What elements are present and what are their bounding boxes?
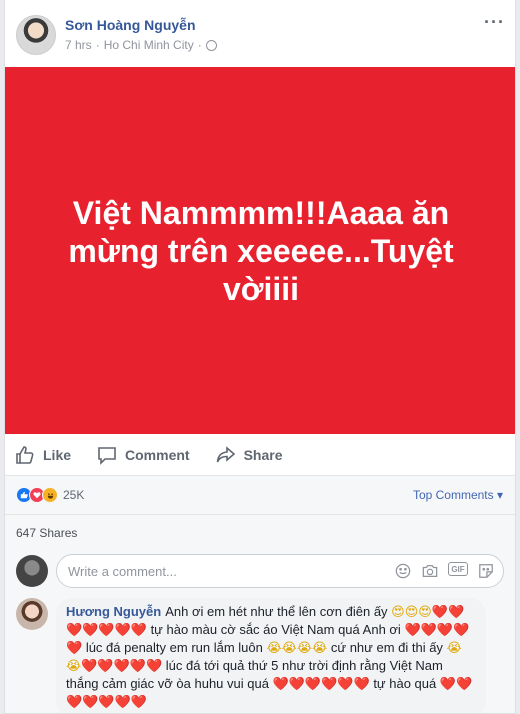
emoji-icon[interactable] [394, 562, 412, 580]
post-meta: 7 hrs · Ho Chi Minh City · [65, 38, 217, 52]
post-location[interactable]: Ho Chi Minh City [104, 38, 194, 52]
comment-bubble: Hương Nguyễn Anh ơi em hét như thể lên cơ… [56, 598, 486, 713]
heart-eyes-emoji-icon: 😍😍😍 [391, 604, 432, 619]
current-user-avatar [16, 555, 48, 587]
comment-text-1: Anh ơi em hét như thể lên cơn điên ấy [165, 604, 388, 619]
share-button[interactable]: Share [216, 445, 283, 465]
meta-separator: · [95, 38, 100, 52]
comment-text-2: tự hào màu cờ sắc áo Việt Nam quá Anh ơi [150, 622, 401, 637]
reactions-bar: 25K Top Comments ▾ [5, 476, 515, 514]
gif-icon[interactable]: GIF [448, 562, 468, 576]
commenter-avatar[interactable] [16, 598, 48, 630]
heart-emoji-icon: ❤️❤️❤️❤️❤️ [81, 658, 163, 673]
composer-icons: GIF [394, 562, 495, 580]
more-options-icon[interactable]: ··· [484, 12, 505, 33]
comment-composer: Write a comment... GIF [5, 550, 515, 592]
comment-text-3: lúc đá penalty em run lắm luôn [85, 640, 263, 655]
post-header: Sơn Hoàng Nguyễn 7 hrs · Ho Chi Minh Cit… [5, 0, 515, 67]
reaction-count[interactable]: 25K [63, 488, 84, 502]
camera-icon[interactable] [421, 562, 439, 580]
top-comments-dropdown[interactable]: Top Comments ▾ [413, 488, 503, 502]
author-avatar[interactable] [16, 15, 56, 55]
like-button[interactable]: Like [15, 445, 71, 465]
share-label: Share [243, 446, 283, 463]
post-time[interactable]: 7 hrs [65, 38, 92, 52]
sticker-icon[interactable] [477, 562, 495, 580]
status-text: Việt Nammmm!!!Aaaa ăn mừng trên xeeeee..… [68, 194, 454, 307]
post-card: Sơn Hoàng Nguyễn 7 hrs · Ho Chi Minh Cit… [4, 0, 516, 714]
haha-reaction-icon[interactable] [42, 487, 58, 503]
comment-text-6: tự hào quá [373, 676, 437, 691]
status-background: Việt Nammmm!!!Aaaa ăn mừng trên xeeeee..… [5, 67, 515, 434]
globe-icon[interactable] [205, 39, 217, 51]
comment-label: Comment [125, 446, 190, 463]
comment-text-4: cứ như em đi thi ấy [330, 640, 443, 655]
meta-separator: · [197, 38, 202, 52]
commenter-name[interactable]: Hương Nguyễn [66, 604, 161, 619]
comment-placeholder: Write a comment... [68, 563, 177, 579]
comment-icon [98, 446, 116, 465]
crying-emoji-icon: 😭😭😭😭 [266, 640, 328, 655]
shares-row: 647 Shares [5, 514, 515, 550]
share-count[interactable]: 647 Shares [16, 526, 77, 540]
heart-emoji-icon: ❤️❤️❤️❤️❤️❤️ [272, 676, 370, 691]
like-label: Like [43, 446, 72, 463]
comment-button[interactable]: Comment [97, 445, 190, 465]
author-name[interactable]: Sơn Hoàng Nguyễn [65, 17, 196, 33]
share-arrow-icon [216, 445, 235, 462]
comment-input[interactable]: Write a comment... GIF [56, 554, 504, 588]
thumbs-up-icon [16, 445, 34, 464]
post-actions: Like Comment Share [5, 434, 515, 476]
comment-row: Hương Nguyễn Anh ơi em hét như thể lên cơ… [5, 592, 515, 713]
